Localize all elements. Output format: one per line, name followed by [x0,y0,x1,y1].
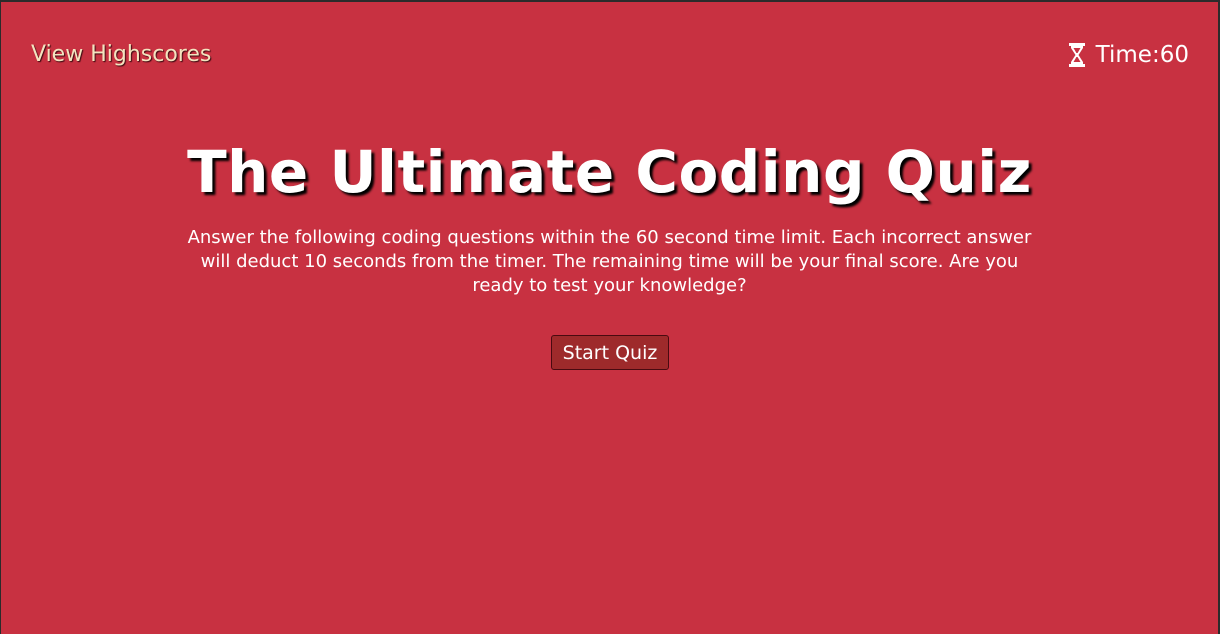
view-highscores-link[interactable]: View Highscores [31,42,211,67]
timer-value: 60 [1159,42,1189,68]
quiz-page: View Highscores Time: 60 The Ultimate Co… [1,2,1218,634]
timer-label: Time: [1095,42,1160,68]
timer: Time: 60 [1068,42,1189,68]
hourglass-icon [1068,42,1086,68]
page-title: The Ultimate Coding Quiz [187,138,1032,206]
start-quiz-button[interactable]: Start Quiz [551,335,669,370]
quiz-instructions: Answer the following coding questions wi… [187,227,1032,296]
